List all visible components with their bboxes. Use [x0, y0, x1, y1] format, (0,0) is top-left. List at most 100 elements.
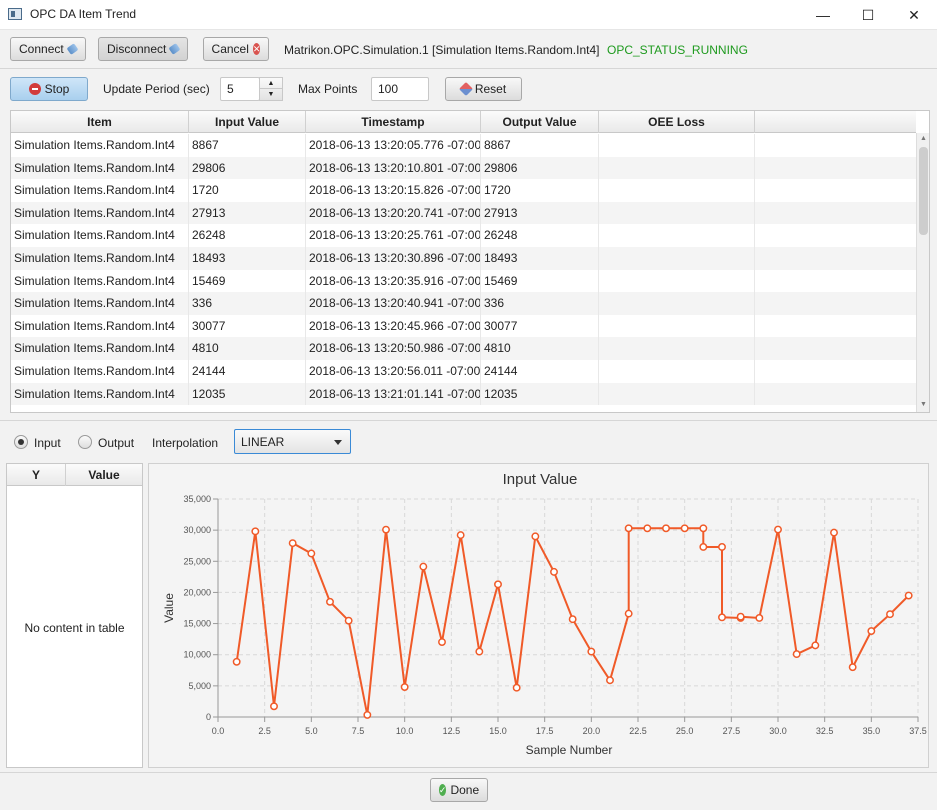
reset-button[interactable]: Reset [445, 77, 522, 101]
table-cell [599, 224, 755, 247]
data-point[interactable] [811, 641, 820, 650]
disconnect-button[interactable]: Disconnect [98, 37, 188, 61]
data-point[interactable] [363, 710, 372, 719]
data-point[interactable] [830, 528, 838, 537]
data-point[interactable] [550, 567, 558, 576]
data-point[interactable] [344, 616, 353, 625]
data-table[interactable]: Item Input Value Timestamp Output Value … [10, 110, 930, 413]
data-point[interactable] [718, 543, 726, 551]
data-point[interactable] [587, 647, 596, 656]
data-point[interactable] [755, 614, 764, 622]
column-header-timestamp[interactable]: Timestamp [306, 111, 481, 133]
y-axis-label: Value [162, 593, 176, 623]
connect-button[interactable]: Connect [10, 37, 86, 61]
data-point[interactable] [382, 525, 390, 534]
data-point[interactable] [680, 524, 689, 533]
update-period-label: Update Period (sec) [103, 82, 210, 96]
table-row[interactable]: Simulation Items.Random.Int4 1720 2018-06-… [11, 179, 916, 202]
data-point[interactable] [736, 612, 745, 621]
data-point[interactable] [419, 562, 428, 571]
table-row[interactable]: Simulation Items.Random.Int4 15469 2018-06… [11, 269, 916, 293]
connect-button-label: Connect [19, 42, 64, 56]
table-row[interactable]: Simulation Items.Random.Int4 336 2018-06-1… [11, 292, 916, 315]
scrollbar-thumb[interactable] [919, 147, 928, 235]
data-point[interactable] [606, 676, 614, 685]
done-button[interactable]: ✓ Done [430, 778, 488, 802]
data-point[interactable] [624, 609, 633, 618]
data-point[interactable] [400, 683, 409, 691]
scroll-down-icon[interactable]: ▼ [919, 401, 928, 408]
column-header-oee-loss[interactable]: OEE Loss [599, 111, 755, 133]
x-tick-label: 35.0 [863, 726, 881, 736]
scroll-up-icon[interactable]: ▲ [919, 135, 928, 142]
y-value-table[interactable]: Y Value No content in table [6, 463, 143, 768]
table-row[interactable]: Simulation Items.Random.Int4 24144 2018-06… [11, 360, 916, 383]
table-cell: 29806 [189, 156, 306, 180]
data-point[interactable] [718, 613, 726, 622]
data-point[interactable] [288, 539, 297, 548]
column-header-value[interactable]: Value [66, 464, 142, 486]
data-point[interactable] [531, 532, 540, 541]
column-header-item[interactable]: Item [11, 111, 189, 133]
data-point[interactable] [232, 657, 241, 666]
data-point[interactable] [886, 610, 894, 619]
table-row[interactable]: Simulation Items.Random.Int4 27913 2018-06… [11, 201, 916, 225]
table-row[interactable]: Simulation Items.Random.Int4 29806 2018-06… [11, 156, 916, 180]
table-separator [0, 420, 937, 421]
data-point[interactable] [792, 650, 801, 659]
data-point[interactable] [774, 525, 782, 534]
max-points-input[interactable]: 100 [371, 77, 429, 101]
table-cell: Simulation Items.Random.Int4 [11, 247, 189, 270]
cancel-button[interactable]: Cancel ✕ [203, 37, 269, 61]
column-header-input-value[interactable]: Input Value [189, 111, 306, 133]
data-point[interactable] [326, 597, 334, 606]
table-row[interactable]: Simulation Items.Random.Int4 8867 2018-06-… [11, 134, 916, 157]
data-point[interactable] [568, 615, 577, 624]
table-row[interactable]: Simulation Items.Random.Int4 18493 2018-06… [11, 247, 916, 270]
data-point[interactable] [662, 524, 670, 533]
table-cell [599, 156, 755, 180]
spinner-down-icon[interactable]: ▼ [260, 89, 282, 100]
table-row[interactable]: Simulation Items.Random.Int4 12035 2018-06… [11, 382, 916, 406]
column-header-y[interactable]: Y [7, 464, 66, 486]
data-point[interactable] [456, 531, 465, 540]
table-cell: 30077 [481, 314, 599, 338]
x-tick-label: 25.0 [676, 726, 694, 736]
trend-chart: Input Value Sample Number Value 0 5,000 10… [162, 471, 927, 757]
table-cell: 12035 [481, 382, 599, 406]
update-period-spinner[interactable]: ▲ ▼ [259, 77, 283, 101]
data-point[interactable] [867, 627, 876, 635]
table-row[interactable]: Simulation Items.Random.Int4 4810 2018-06-… [11, 337, 916, 360]
data-point[interactable] [699, 524, 708, 533]
max-points-label: Max Points [298, 82, 358, 96]
table-row[interactable]: Simulation Items.Random.Int4 30077 2018-06… [11, 314, 916, 338]
column-header-output-value[interactable]: Output Value [481, 111, 599, 133]
data-point[interactable] [307, 549, 316, 558]
interpolation-select[interactable]: LINEAR [234, 429, 351, 454]
close-button[interactable]: ✕ [891, 0, 937, 30]
maximize-button[interactable]: ☐ [845, 0, 891, 30]
minimize-button[interactable]: — [800, 0, 846, 30]
data-point[interactable] [904, 591, 913, 600]
stop-button[interactable]: Stop [10, 77, 88, 101]
table-cell: Simulation Items.Random.Int4 [11, 156, 189, 180]
data-point[interactable] [438, 638, 446, 646]
output-radio[interactable] [78, 435, 92, 449]
data-point[interactable] [494, 580, 502, 589]
data-point[interactable] [624, 524, 633, 533]
data-point[interactable] [512, 683, 521, 692]
table-scrollbar[interactable]: ▲ ▼ [916, 133, 929, 412]
data-point[interactable] [699, 543, 708, 551]
table-cell: 26248 [481, 224, 599, 247]
table-cell: 30077 [189, 314, 306, 338]
input-radio[interactable] [14, 435, 28, 449]
data-point[interactable] [251, 527, 260, 536]
data-point[interactable] [475, 647, 484, 656]
table-row[interactable]: Simulation Items.Random.Int4 26248 2018-06… [11, 224, 916, 247]
spinner-up-icon[interactable]: ▲ [260, 78, 282, 89]
update-period-input[interactable]: 5 [220, 77, 260, 101]
data-point[interactable] [270, 702, 278, 711]
data-point[interactable] [643, 524, 652, 533]
data-point[interactable] [848, 663, 857, 672]
y-table-header: Y Value [7, 464, 142, 486]
